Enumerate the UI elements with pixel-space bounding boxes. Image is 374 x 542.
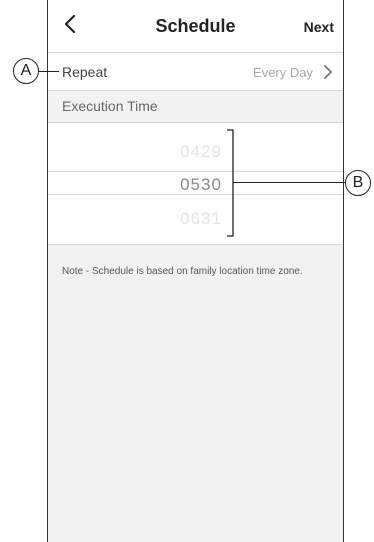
chevron-right-icon — [324, 65, 332, 79]
picker-hour: 06 — [180, 209, 201, 228]
phone-screen: Schedule Next Repeat Every Day Execution… — [47, 0, 344, 542]
picker-minute: 31 — [201, 209, 222, 228]
picker-selection-line-top — [48, 171, 343, 172]
next-button[interactable]: Next — [304, 19, 334, 35]
picker-hour-selected: 05 — [180, 175, 201, 194]
execution-time-label: Execution Time — [62, 98, 158, 114]
header-bar: Schedule Next — [48, 0, 343, 52]
callout-a-marker: A — [13, 58, 39, 84]
page-title: Schedule — [155, 16, 236, 36]
repeat-value: Every Day — [253, 65, 313, 80]
repeat-row[interactable]: Repeat Every Day — [48, 52, 343, 91]
picker-bracket — [227, 129, 234, 237]
picker-hour: 04 — [180, 142, 201, 161]
callout-a-leader — [39, 71, 59, 73]
timezone-note: Note - Schedule is based on family locat… — [62, 266, 303, 277]
callout-b-leader — [233, 182, 345, 184]
callout-b-marker: B — [345, 170, 371, 196]
picker-minute-selected: 30 — [201, 175, 222, 194]
time-picker[interactable]: 04 29 05 30 06 31 — [48, 122, 343, 245]
picker-minute: 29 — [201, 142, 222, 161]
repeat-label: Repeat — [62, 64, 108, 80]
